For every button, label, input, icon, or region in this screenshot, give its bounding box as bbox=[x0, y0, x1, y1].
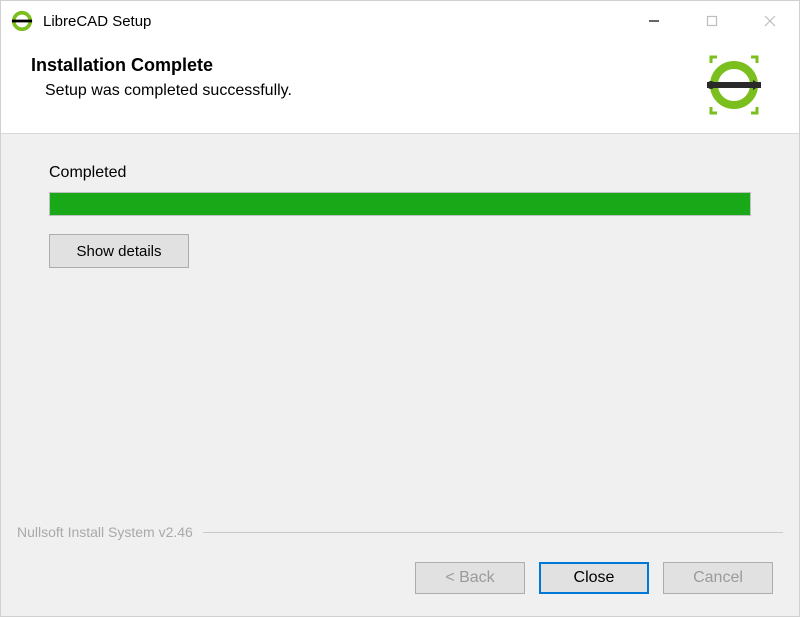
cancel-button: Cancel bbox=[663, 562, 773, 594]
header: Installation Complete Setup was complete… bbox=[1, 41, 799, 133]
window-title: LibreCAD Setup bbox=[43, 13, 625, 30]
footer-divider bbox=[203, 532, 783, 533]
header-texts: Installation Complete Setup was complete… bbox=[31, 55, 699, 100]
footer-buttons: < Back Close Cancel bbox=[1, 552, 799, 616]
brand-label: Nullsoft Install System v2.46 bbox=[17, 524, 193, 540]
back-button: < Back bbox=[415, 562, 525, 594]
page-title: Installation Complete bbox=[31, 55, 699, 76]
minimize-button[interactable] bbox=[625, 1, 683, 41]
progress-fill bbox=[50, 193, 750, 215]
close-button[interactable]: Close bbox=[539, 562, 649, 594]
close-window-button bbox=[741, 1, 799, 41]
progress-bar bbox=[49, 192, 751, 216]
titlebar: LibreCAD Setup bbox=[1, 1, 799, 41]
window-controls bbox=[625, 1, 799, 41]
footer-brand-row: Nullsoft Install System v2.46 bbox=[1, 524, 799, 552]
installer-window: LibreCAD Setup Installation Complete Set… bbox=[0, 0, 800, 617]
content-area: Completed Show details bbox=[1, 134, 799, 524]
maximize-button bbox=[683, 1, 741, 41]
status-label: Completed bbox=[49, 164, 751, 182]
show-details-button[interactable]: Show details bbox=[49, 234, 189, 268]
page-subtitle: Setup was completed successfully. bbox=[31, 82, 699, 100]
librecad-logo-icon bbox=[699, 55, 769, 115]
app-icon bbox=[11, 10, 33, 32]
